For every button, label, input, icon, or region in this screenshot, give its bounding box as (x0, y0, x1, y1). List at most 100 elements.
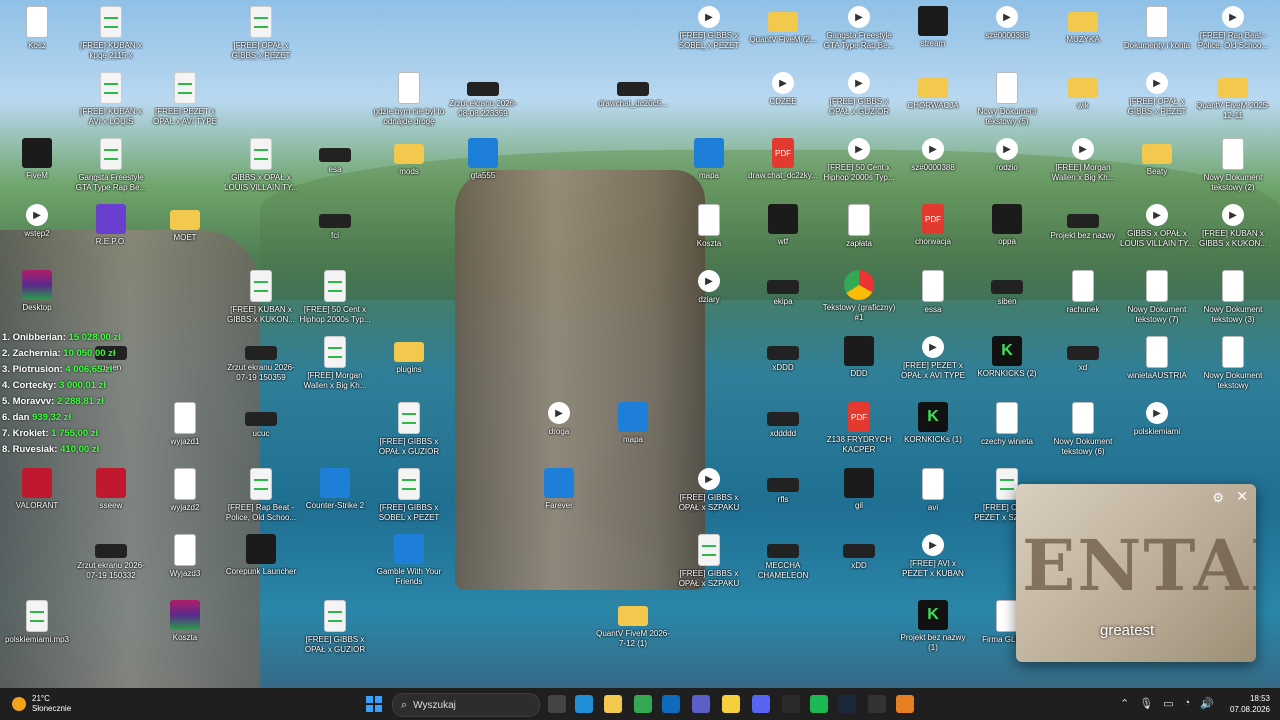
windows-start-icon[interactable] (366, 696, 382, 712)
desktop-icon[interactable]: plugins (372, 336, 446, 375)
desktop-icon[interactable]: rachunek (1046, 270, 1120, 315)
desktop-icon[interactable]: [FREE] GIBBS x SOBEL x PEZET TY... (372, 468, 446, 523)
desktop-icon[interactable]: R.E.P.O. (74, 204, 148, 247)
wifi-icon[interactable]: ◔ (1184, 697, 1191, 710)
desktop-icon[interactable]: avi (896, 468, 970, 513)
terminal-icon[interactable] (782, 695, 800, 713)
task-view-icon[interactable] (548, 695, 566, 713)
obs-icon[interactable] (868, 695, 886, 713)
microphone-icon[interactable]: 🎙 (1139, 697, 1153, 710)
spotify-icon[interactable] (810, 695, 828, 713)
desktop-icon[interactable]: QuantV FiveM 2025-12-11 (1196, 72, 1270, 121)
desktop-icon[interactable]: polskiemiami.mp3 (0, 600, 74, 645)
desktop-icon[interactable]: ▶ polskiemiami (1120, 402, 1194, 437)
active-app-icon[interactable] (896, 695, 914, 713)
desktop-icon[interactable]: ▶ [FREE] Rap Beat - Police, Old Schoo... (1196, 6, 1270, 51)
monitor-icon[interactable]: ▭ (1163, 697, 1173, 710)
desktop-icon[interactable]: ▶ droga (522, 402, 596, 437)
desktop-icon[interactable]: ucuc (224, 402, 298, 439)
desktop-icon[interactable]: PDF draw.chat_dc2zky... (746, 138, 820, 181)
desktop-icon[interactable]: mapa (596, 402, 670, 445)
desktop-icon[interactable]: Zrzut ekranu 2026-07-19 150332 (74, 534, 148, 581)
desktop-icon[interactable]: K Projekt bez nazwy (1) (896, 600, 970, 653)
discord-icon[interactable] (752, 695, 770, 713)
desktop-icon[interactable]: ▶ [FREE] PEZET x OPAŁ x AVI TYPE B... (896, 336, 970, 381)
desktop-icon[interactable]: Gamble With Your Friends (372, 534, 446, 587)
desktop-icon[interactable]: Dokumenty i konta (1120, 6, 1194, 51)
desktop-icon[interactable]: [FREE] KUBAN x AVI x LOUIS VILLAIN T... (74, 72, 148, 127)
desktop-icon[interactable]: Zrzut ekranu 2026-08-08 223359 (446, 72, 520, 119)
desktop-icon[interactable]: ▶ sz#0000388 (970, 6, 1044, 41)
desktop-icon[interactable]: ▶ [FREE] AVI x PEZET x KUBAN TYPE BEA... (896, 534, 970, 579)
desktop-icon[interactable]: czechy winieta (970, 402, 1044, 447)
desktop-icon[interactable]: Counter-Strike 2 (298, 468, 372, 511)
desktop-icon[interactable]: ▶ [FREE] Morgan Wallen x Big Kh... (1046, 138, 1120, 183)
gear-icon[interactable]: ⚙ (1212, 490, 1224, 506)
clock[interactable]: 18:53 07.08.2026 (1230, 693, 1270, 715)
desktop-icon[interactable]: [FREE] KUBAN x GIBBS x KUKON... (224, 270, 298, 325)
desktop-icon[interactable]: QuantV FiveM 2026-7-12 (1) (596, 600, 670, 649)
desktop-icon[interactable]: Kosz (0, 6, 74, 51)
desktop-icon[interactable]: wyjazd2 (148, 468, 222, 513)
desktop-icon[interactable]: xDD (822, 534, 896, 571)
desktop-icon[interactable]: Gangsta Freestyle GTA Type Rap Be... (74, 138, 148, 193)
chrome-icon[interactable] (634, 695, 652, 713)
desktop-icon[interactable]: mapa (672, 138, 746, 181)
desktop-icon[interactable]: zapłata (822, 204, 896, 249)
desktop-icon[interactable]: ▶ [FREE] OPAŁ x GIBBS x PEZET TYPE BEA... (1120, 72, 1194, 117)
desktop-icon[interactable]: [FREE] Rap Beat - Police, Old Schoo... (224, 468, 298, 523)
desktop-icon[interactable]: rfls (746, 468, 820, 505)
desktop-icon[interactable]: xddddd (746, 402, 820, 439)
desktop-icon[interactable]: MUZYKA (1046, 6, 1120, 45)
desktop-icon[interactable]: Nowy Dokument tekstowy (7) (1120, 270, 1194, 325)
weather-widget[interactable]: 21°C Słonecznie (12, 694, 71, 714)
desktop-icon[interactable]: Nowy Dokument tekstowy (5) (970, 72, 1044, 127)
desktop-icon[interactable]: ▶ rodzio (970, 138, 1044, 173)
desktop-icon[interactable]: PDF Z138 FRYDRYCH KACPER (822, 402, 896, 455)
desktop-icon[interactable]: CHORWACJA (896, 72, 970, 111)
desktop-icon[interactable]: oppa (970, 204, 1044, 247)
desktop-icon[interactable]: wyjazd1 (148, 402, 222, 447)
desktop-icon[interactable]: [FREE] GIBBS x OPAŁ x SZPAKU Type Be... (672, 534, 746, 589)
desktop-icon[interactable]: Farever (522, 468, 596, 511)
steam-icon[interactable] (838, 695, 856, 713)
desktop-icon[interactable]: siben (970, 270, 1044, 307)
desktop-icon[interactable]: wik (1046, 72, 1120, 111)
desktop-icon[interactable]: gil (822, 468, 896, 511)
desktop-icon[interactable]: PDF chorwacja (896, 204, 970, 247)
desktop-icon[interactable]: ▶ [FREE] KUBAN x GIBBS x KUKON... (1196, 204, 1270, 249)
close-icon[interactable]: ✕ (1236, 488, 1248, 505)
desktop-icon[interactable]: VALORANT (0, 468, 74, 511)
desktop-icon[interactable]: [FREE] OPAŁ x GIBBS x PEZET TYPE BEA... (224, 6, 298, 61)
desktop-icon[interactable]: [FREE] Morgan Wallen x Big Kh... (298, 336, 372, 391)
desktop-icon[interactable]: ▶ [FREE] GIBBS x OPAŁ x SZPAKU Type Be... (672, 468, 746, 513)
desktop-icon[interactable]: Nowy Dokument tekstowy (1196, 336, 1270, 391)
desktop-icon[interactable]: mods (372, 138, 446, 177)
desktop-icon[interactable]: GIBBS x OPAŁ x LOUIS VILLAIN TY... (224, 138, 298, 193)
desktop-icon[interactable]: Nowy Dokument tekstowy (2) (1196, 138, 1270, 193)
desktop-icon[interactable]: essa (896, 270, 970, 315)
desktop-icon[interactable]: ▶ wstęp2 (0, 204, 74, 239)
desktop-icon[interactable]: ▶ CDZEE (746, 72, 820, 107)
desktop-icon[interactable]: Tekstowy (graficzny) #1 (822, 270, 896, 323)
desktop-icon[interactable]: MOET (148, 204, 222, 243)
desktop-icon[interactable]: ▶ [FREE] GIBBS x OPAŁ x GUZIOR Type Be... (822, 72, 896, 117)
desktop-icon[interactable]: esa (298, 138, 372, 175)
sticky-notes-icon[interactable] (722, 695, 740, 713)
desktop-icon[interactable]: [FREE] PEZET x OPAŁ x AVI TYPE B... (148, 72, 222, 127)
outlook-icon[interactable] (662, 695, 680, 713)
desktop-icon[interactable]: sseew (74, 468, 148, 511)
desktop-icon[interactable]: xDDD (746, 336, 820, 373)
desktop-icon[interactable]: [FREE] 50 Cent x Hiphop 2000s Typ... (298, 270, 372, 325)
teams-icon[interactable] (692, 695, 710, 713)
desktop-icon[interactable]: ▶ dziary (672, 270, 746, 305)
desktop-icon[interactable]: Beaty (1120, 138, 1194, 177)
desktop-icon[interactable]: Projekt bez nazwy (1046, 204, 1120, 241)
desktop-icon[interactable]: fci (298, 204, 372, 241)
desktop-icon[interactable]: winietaAUSTRIA (1120, 336, 1194, 381)
desktop-icon[interactable]: ekipa (746, 270, 820, 307)
desktop-icon[interactable]: wtf (746, 204, 820, 247)
desktop-icon[interactable]: ▶ Gangsta Freestyle GTA Type Rap Be... (822, 6, 896, 51)
desktop-icon[interactable]: Desktop (0, 270, 74, 313)
desktop-icon[interactable]: Nowy Dokument tekstowy (6) (1046, 402, 1120, 457)
